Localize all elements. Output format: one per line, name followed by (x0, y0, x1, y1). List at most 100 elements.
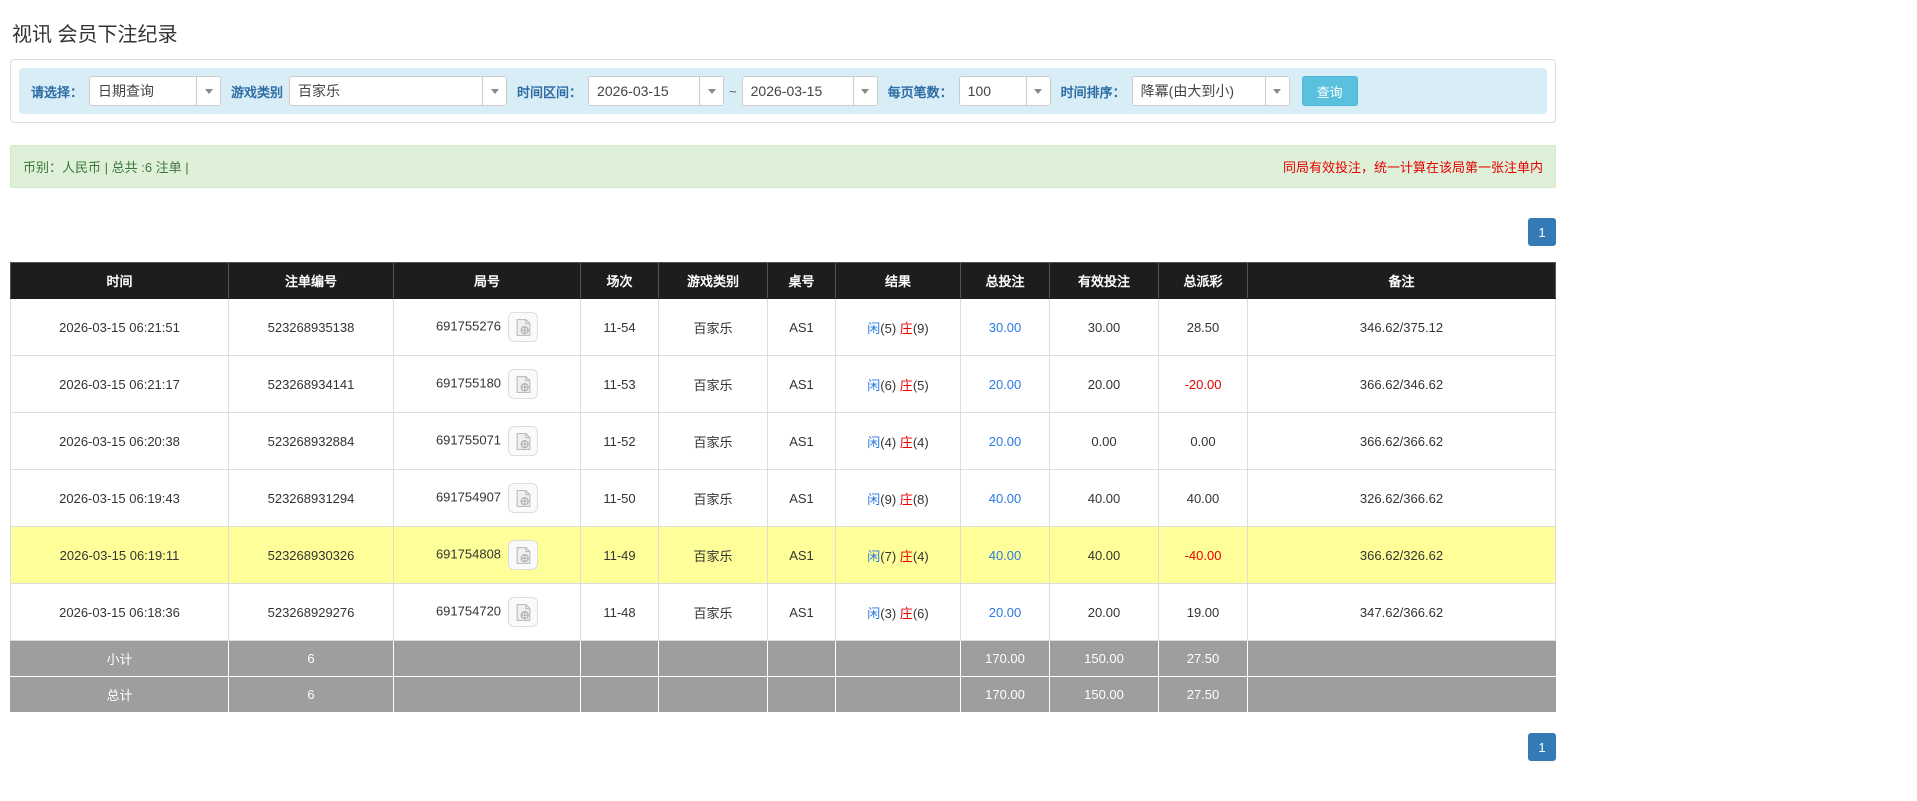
page-1-button[interactable]: 1 (1528, 733, 1556, 761)
game-type-select[interactable]: 百家乐 (289, 76, 508, 106)
video-replay-icon (516, 375, 530, 393)
empty-cell (1247, 640, 1556, 677)
cell-table-no: AS1 (767, 412, 836, 470)
cell-session: 11-54 (580, 298, 659, 356)
total-bet-link[interactable]: 40.00 (989, 491, 1022, 506)
subtotal-total-bet: 170.00 (960, 640, 1050, 677)
cell-bet-id: 523268932884 (228, 412, 394, 470)
empty-cell (767, 640, 836, 677)
video-replay-button[interactable] (508, 426, 539, 456)
empty-cell (580, 676, 659, 713)
total-payout: 27.50 (1158, 676, 1248, 713)
video-replay-button[interactable] (508, 483, 539, 513)
date-to-select[interactable]: 2026-03-15 (741, 76, 878, 106)
total-valid-bet: 150.00 (1049, 676, 1159, 713)
pagination-bottom: 1 (10, 733, 1556, 761)
payout-value: -20.00 (1184, 376, 1222, 392)
cell-session: 11-53 (580, 355, 659, 413)
chevron-down-icon[interactable] (1264, 77, 1289, 105)
table-row: 2026-03-15 06:18:36 523268929276 691754720… (10, 583, 1556, 641)
empty-cell (580, 640, 659, 677)
cell-total-bet: 40.00 (960, 526, 1050, 584)
cell-session: 11-48 (580, 583, 659, 641)
result-banker-label: 庄 (899, 320, 913, 336)
cell-payout: -40.00 (1158, 526, 1248, 584)
search-button[interactable]: 查询 (1301, 76, 1358, 106)
payout-value: 19.00 (1186, 604, 1220, 620)
video-replay-button[interactable] (508, 597, 539, 627)
cell-result: 闲(3) 庄(6) (835, 583, 961, 641)
cell-total-bet: 20.00 (960, 583, 1050, 641)
cell-remark: 366.62/346.62 (1247, 355, 1556, 413)
cell-game-type: 百家乐 (658, 298, 768, 356)
total-bet-link[interactable]: 20.00 (989, 434, 1022, 449)
chevron-down-icon[interactable] (1025, 77, 1050, 105)
date-from-select[interactable]: 2026-03-15 (588, 76, 725, 106)
payout-value: -40.00 (1184, 547, 1222, 563)
cell-table-no: AS1 (767, 526, 836, 584)
empty-cell (1247, 676, 1556, 713)
cell-remark: 326.62/366.62 (1247, 469, 1556, 527)
cell-payout: 19.00 (1158, 583, 1248, 641)
video-replay-button[interactable] (508, 312, 539, 342)
cell-table-no: AS1 (767, 469, 836, 527)
cell-payout: -20.00 (1158, 355, 1248, 413)
column-header-5: 桌号 (767, 262, 836, 299)
cell-round-id: 691755071 (393, 412, 581, 470)
empty-cell (835, 640, 961, 677)
query-type-select[interactable]: 日期查询 (89, 76, 222, 106)
column-header-3: 场次 (580, 262, 659, 299)
total-bet-link[interactable]: 20.00 (989, 605, 1022, 620)
result-player-label: 闲 (867, 491, 881, 507)
video-replay-button[interactable] (508, 540, 539, 570)
chevron-down-icon[interactable] (699, 77, 724, 105)
cell-total-bet: 30.00 (960, 298, 1050, 356)
cell-result: 闲(5) 庄(9) (835, 298, 961, 356)
empty-cell (835, 676, 961, 713)
currency-summary-text: 币别：人民币 | 总共 :6 注单 | (23, 160, 189, 175)
column-header-2: 局号 (393, 262, 581, 299)
date-range-separator: ~ (729, 83, 737, 99)
cell-session: 11-52 (580, 412, 659, 470)
payout-value: 0.00 (1190, 433, 1216, 449)
cell-table-no: AS1 (767, 583, 836, 641)
table-row: 2026-03-15 06:20:38 523268932884 691755071… (10, 412, 1556, 470)
result-banker-label: 庄 (899, 605, 913, 621)
header-row: 时间 注单编号 局号 场次 游戏类别 桌号 结果 总投注 有效投注 总派彩 备注 (10, 262, 1556, 299)
cell-round-id: 691754720 (393, 583, 581, 641)
cell-time: 2026-03-15 06:18:36 (10, 583, 229, 641)
column-header-4: 游戏类别 (658, 262, 768, 299)
cell-round-id: 691754808 (393, 526, 581, 584)
table-body: 2026-03-15 06:21:51 523268935138 691755276… (10, 298, 1556, 641)
table-row: 2026-03-15 06:19:43 523268931294 691754907… (10, 469, 1556, 527)
video-replay-icon (516, 603, 530, 621)
page-1-button[interactable]: 1 (1528, 218, 1556, 246)
game-type-label: 游戏类别 (231, 84, 284, 100)
betting-records-table: 时间 注单编号 局号 场次 游戏类别 桌号 结果 总投注 有效投注 总派彩 备注 2026-03-1… (10, 262, 1556, 713)
cell-time: 2026-03-15 06:20:38 (10, 412, 229, 470)
time-sort-select[interactable]: 降冪(由大到小) (1131, 76, 1290, 106)
cell-valid-bet: 0.00 (1049, 412, 1159, 470)
payout-value: 40.00 (1186, 490, 1220, 506)
video-replay-button[interactable] (508, 369, 539, 399)
chevron-down-icon[interactable] (852, 77, 877, 105)
video-replay-icon (516, 432, 530, 450)
video-replay-icon (516, 546, 530, 564)
chevron-down-icon[interactable] (482, 77, 507, 105)
total-bet-link[interactable]: 40.00 (989, 548, 1022, 563)
cell-bet-id: 523268935138 (228, 298, 394, 356)
total-row: 总计 6 170.00 150.00 27.50 (10, 676, 1556, 713)
chevron-down-icon[interactable] (196, 77, 221, 105)
total-bet-link[interactable]: 30.00 (989, 320, 1022, 335)
empty-cell (658, 640, 768, 677)
page-size-select[interactable]: 100 (958, 76, 1051, 106)
column-header-8: 有效投注 (1049, 262, 1159, 299)
total-bet-link[interactable]: 20.00 (989, 377, 1022, 392)
cell-valid-bet: 20.00 (1049, 355, 1159, 413)
cell-payout: 28.50 (1158, 298, 1248, 356)
cell-game-type: 百家乐 (658, 526, 768, 584)
cell-round-id: 691755276 (393, 298, 581, 356)
empty-cell (393, 640, 581, 677)
cell-valid-bet: 30.00 (1049, 298, 1159, 356)
cell-bet-id: 523268930326 (228, 526, 394, 584)
